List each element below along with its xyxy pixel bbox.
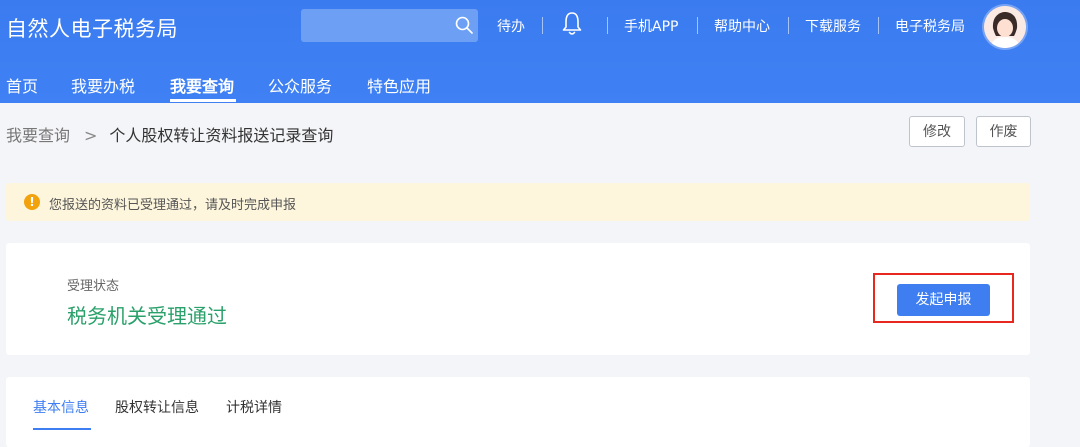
search-input[interactable] bbox=[301, 9, 478, 42]
header-link-help-center[interactable]: 帮助中心 bbox=[714, 16, 770, 36]
nav-item-public-service[interactable]: 公众服务 bbox=[268, 73, 332, 97]
nav-item-home[interactable]: 首页 bbox=[6, 73, 38, 97]
app-title: 自然人电子税务局 bbox=[6, 17, 178, 41]
header-link-etax[interactable]: 电子税务局 bbox=[895, 16, 965, 36]
avatar-icon bbox=[984, 6, 1026, 48]
page-title: 个人股权转让资料报送记录查询 bbox=[109, 126, 334, 145]
header-divider bbox=[607, 17, 608, 34]
status-value: 税务机关受理通过 bbox=[67, 304, 227, 328]
notice-text: 您报送的资料已受理通过，请及时完成申报 bbox=[49, 198, 297, 213]
tab-basic-info[interactable]: 基本信息 bbox=[33, 397, 89, 417]
nav-item-query[interactable]: 我要查询 bbox=[170, 73, 234, 97]
initiate-filing-button[interactable]: 发起申报 bbox=[897, 284, 990, 316]
nav-active-indicator bbox=[170, 99, 236, 102]
header-link-mobile-app[interactable]: 手机APP bbox=[624, 16, 678, 36]
tab-equity-transfer-info[interactable]: 股权转让信息 bbox=[115, 397, 199, 417]
header-divider bbox=[542, 17, 543, 34]
notice-banner: ! 您报送的资料已受理通过，请及时完成申报 bbox=[6, 183, 1030, 221]
search-icon[interactable] bbox=[454, 15, 474, 35]
breadcrumb: 我要查询 > 个人股权转让资料报送记录查询 bbox=[6, 122, 333, 146]
void-button[interactable]: 作废 bbox=[976, 116, 1031, 147]
header-link-todo[interactable]: 待办 bbox=[497, 16, 525, 36]
bell-icon[interactable] bbox=[561, 11, 583, 37]
modify-button[interactable]: 修改 bbox=[909, 116, 965, 147]
header-divider bbox=[788, 17, 789, 34]
header-divider bbox=[878, 17, 879, 34]
tab-active-indicator bbox=[33, 428, 91, 430]
avatar[interactable] bbox=[984, 6, 1026, 48]
tabs-card: 基本信息 股权转让信息 计税详情 bbox=[6, 377, 1030, 447]
header-link-download[interactable]: 下载服务 bbox=[805, 16, 861, 36]
tab-tax-calculation-details[interactable]: 计税详情 bbox=[226, 397, 282, 417]
nav-item-tax-filing[interactable]: 我要办税 bbox=[71, 73, 135, 97]
top-header: 自然人电子税务局 待办 手机APP 帮助中心 下载服务 电子税务局 首页 我要办… bbox=[0, 0, 1080, 103]
nav-item-featured-apps[interactable]: 特色应用 bbox=[367, 73, 431, 97]
status-label: 受理状态 bbox=[67, 279, 120, 294]
chevron-right-icon: > bbox=[84, 126, 98, 145]
warning-icon: ! bbox=[24, 194, 40, 210]
header-divider bbox=[697, 17, 698, 34]
status-card: 受理状态 税务机关受理通过 发起申报 bbox=[6, 243, 1030, 355]
breadcrumb-parent[interactable]: 我要查询 bbox=[6, 126, 70, 145]
